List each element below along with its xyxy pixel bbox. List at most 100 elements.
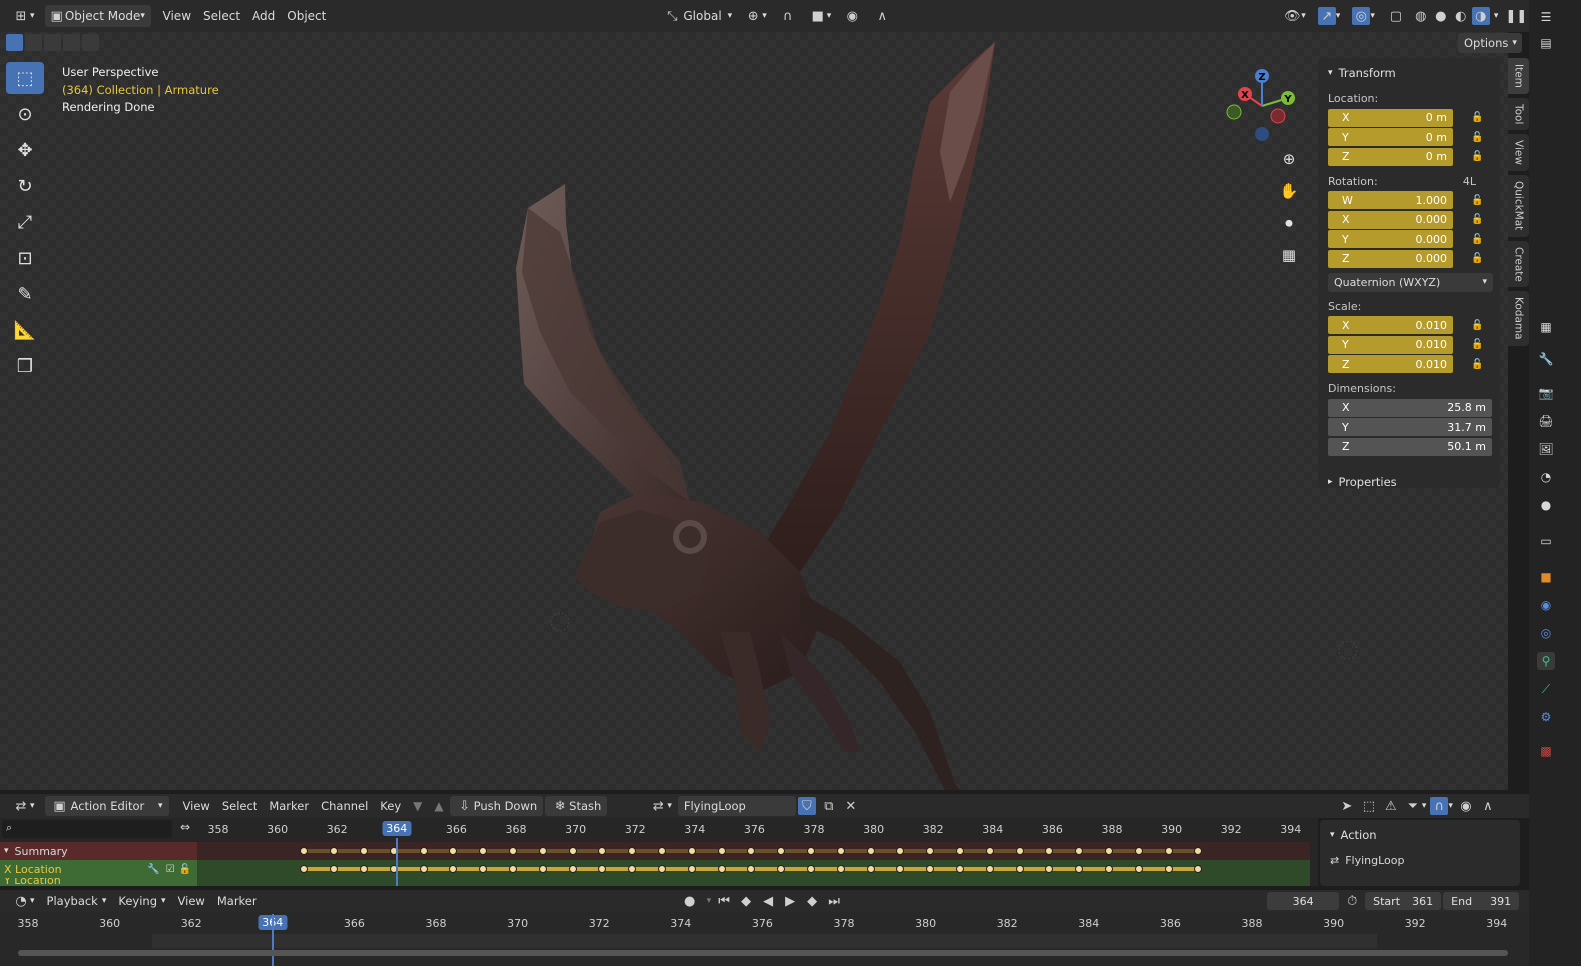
- proportional-toggle[interactable]: ◉: [1455, 795, 1477, 817]
- menu-add[interactable]: Add: [246, 5, 281, 27]
- only-selected-toggle[interactable]: ➤: [1336, 795, 1358, 817]
- keyframe[interactable]: [687, 847, 696, 855]
- menu-marker[interactable]: Marker: [211, 890, 263, 912]
- add-cube-tool-icon[interactable]: ❒: [6, 350, 44, 382]
- properties-editor-icon[interactable]: ▦: [1537, 318, 1555, 336]
- transform-tool-icon[interactable]: ⊡: [6, 242, 44, 274]
- keyframe[interactable]: [1075, 847, 1084, 855]
- keyframe[interactable]: [419, 865, 428, 873]
- shading-material[interactable]: ◐: [1451, 5, 1471, 27]
- keyframe[interactable]: [747, 847, 756, 855]
- keyframe[interactable]: [777, 847, 786, 855]
- keyframe[interactable]: [985, 865, 994, 873]
- keyframe[interactable]: [300, 847, 309, 855]
- lock-icon[interactable]: 🔓: [1471, 253, 1483, 264]
- tab-tool[interactable]: Tool: [1508, 97, 1529, 131]
- keyframe[interactable]: [687, 865, 696, 873]
- mode-dropdown[interactable]: ▣ Object Mode ▾: [44, 5, 151, 27]
- annotate-tool-icon[interactable]: ✎: [6, 278, 44, 310]
- editor-type-button[interactable]: ◔ ▾: [6, 890, 41, 912]
- output-props-icon[interactable]: 🖨: [1537, 412, 1555, 430]
- action-name-field[interactable]: FlyingLoop: [677, 796, 796, 816]
- keyframe[interactable]: [1105, 847, 1113, 855]
- navigation-gizmo[interactable]: X Y Z: [1220, 64, 1310, 144]
- hand-pan-icon[interactable]: ✋: [1278, 180, 1300, 202]
- layer-up-icon[interactable]: ▲: [428, 795, 449, 817]
- lock-icon[interactable]: 🔓: [1471, 112, 1483, 123]
- keyframe[interactable]: [1194, 847, 1203, 855]
- keyframe[interactable]: [1045, 865, 1054, 873]
- scale-y-field[interactable]: Y 0.010: [1328, 335, 1453, 354]
- lock-icon[interactable]: 🔓: [1471, 151, 1483, 162]
- keyframe[interactable]: [658, 847, 666, 855]
- push-down-button[interactable]: ⇩ Push Down: [449, 796, 544, 816]
- play-button[interactable]: ▶: [779, 890, 801, 912]
- keyframe[interactable]: [479, 865, 488, 873]
- rotation-x-field[interactable]: X 0.000: [1328, 210, 1453, 229]
- object-props-icon[interactable]: ■: [1537, 568, 1555, 586]
- keyframe[interactable]: [1015, 847, 1024, 855]
- select-invert-icon[interactable]: [63, 34, 80, 51]
- play-reverse-button[interactable]: ◀: [757, 890, 779, 912]
- keyframe[interactable]: [866, 865, 875, 873]
- menu-view[interactable]: View: [172, 890, 211, 912]
- jump-start-button[interactable]: ⏮: [713, 890, 735, 912]
- keyframe[interactable]: [360, 847, 368, 855]
- current-frame-field[interactable]: 364: [1267, 892, 1340, 910]
- filter-dropdown[interactable]: ⏷ ▾: [1402, 795, 1429, 817]
- tab-item[interactable]: Item: [1508, 58, 1529, 94]
- start-frame-field[interactable]: Start 361: [1365, 892, 1442, 910]
- move-tool-icon[interactable]: ✥: [6, 134, 44, 166]
- lock-icon[interactable]: 🔓: [1471, 320, 1483, 331]
- tab-view[interactable]: View: [1508, 134, 1529, 172]
- timeline-playhead-line[interactable]: [272, 914, 274, 966]
- keyframe[interactable]: [1045, 847, 1054, 855]
- scale-tool-icon[interactable]: ⤢: [6, 206, 44, 238]
- select-intersect-icon[interactable]: [82, 34, 99, 51]
- keyframe[interactable]: [896, 847, 905, 855]
- keyframe[interactable]: [449, 865, 458, 873]
- keyframe[interactable]: [717, 865, 726, 873]
- shading-rendered[interactable]: ◑: [1471, 5, 1491, 27]
- options-dropdown[interactable]: Options ▾: [1458, 33, 1522, 53]
- falloff-dropdown[interactable]: ∧: [1477, 795, 1499, 817]
- shading-solid[interactable]: ●: [1431, 5, 1451, 27]
- editor-mode-dropdown[interactable]: ▣ Action Editor ▾: [44, 796, 169, 816]
- lock-icon[interactable]: 🔓: [1471, 339, 1483, 350]
- pause-render-button[interactable]: ❚❚: [1501, 5, 1531, 27]
- menu-view[interactable]: View: [177, 795, 216, 817]
- auto-keying-toggle[interactable]: ●: [675, 890, 705, 912]
- keyframe[interactable]: [330, 865, 339, 873]
- modifier-props-icon[interactable]: ◉: [1537, 596, 1555, 614]
- snapping-dropdown[interactable]: ∩ ▾: [1428, 795, 1455, 817]
- grid-perspective-icon[interactable]: ▦: [1278, 244, 1300, 266]
- dimension-x-field[interactable]: X 25.8 m: [1328, 398, 1492, 417]
- lock-icon[interactable]: 🔓: [1471, 195, 1483, 206]
- prev-keyframe-button[interactable]: ◆: [735, 890, 757, 912]
- view-all-icon[interactable]: ⇔: [176, 820, 194, 838]
- keyframe[interactable]: [628, 865, 637, 873]
- menu-playback[interactable]: Playback ▾: [41, 890, 113, 912]
- cursor-tool-icon[interactable]: ⊙: [6, 98, 44, 130]
- bone-props-icon[interactable]: ⟋: [1537, 680, 1555, 698]
- keyframe[interactable]: [538, 847, 547, 855]
- location-y-field[interactable]: Y0 m: [1328, 128, 1453, 147]
- keyframe[interactable]: [777, 865, 786, 873]
- layer-down-icon[interactable]: ▼: [407, 795, 428, 817]
- menu-object[interactable]: Object: [281, 5, 332, 27]
- playhead-line[interactable]: [396, 838, 398, 886]
- shading-dropdown[interactable]: ▾: [1491, 5, 1502, 27]
- properties-panel-header[interactable]: ▸ Properties: [1328, 471, 1492, 493]
- keyframe[interactable]: [717, 847, 726, 855]
- physics-props-icon[interactable]: ◎: [1537, 624, 1555, 642]
- keyframe[interactable]: [807, 865, 815, 873]
- keyframe[interactable]: [807, 847, 815, 855]
- snap-target-dropdown[interactable]: ■ ▾: [803, 5, 838, 27]
- keyframe[interactable]: [658, 865, 666, 873]
- keyframe[interactable]: [896, 865, 905, 873]
- action-browse-button[interactable]: ⇄ ▾: [643, 795, 678, 817]
- tab-create[interactable]: Create: [1508, 240, 1529, 288]
- keyframe[interactable]: [360, 865, 368, 873]
- end-frame-field[interactable]: End 391: [1443, 892, 1520, 910]
- menu-view[interactable]: View: [157, 5, 197, 27]
